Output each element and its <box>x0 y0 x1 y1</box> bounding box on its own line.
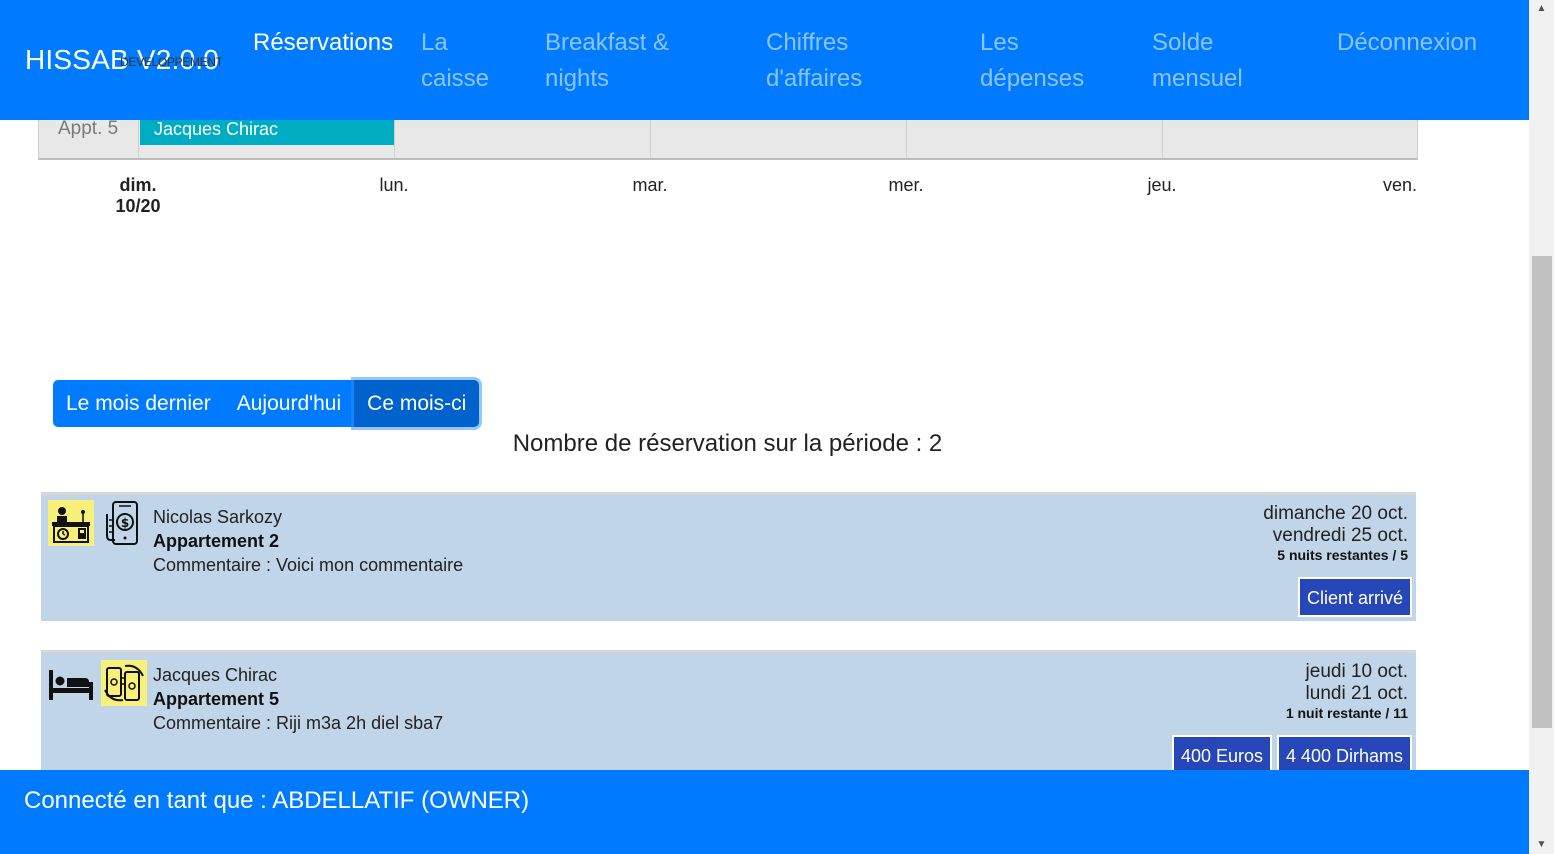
logged-in-user: Connecté en tant que : ABDELLATIF (OWNER… <box>24 787 530 814</box>
nav-label: Breakfast & <box>545 29 670 56</box>
timeline-day: ven. <box>1370 175 1430 196</box>
nav-cash-register[interactable]: La caisse <box>421 25 489 97</box>
nav-label: La <box>421 29 448 56</box>
timeline-divider <box>394 115 395 158</box>
svg-text:$: $ <box>121 516 129 530</box>
nav-label: dépenses <box>980 65 1085 92</box>
nights-remaining: 5 nuits restantes / 5 <box>1277 547 1408 563</box>
day-name: mer. <box>888 175 924 195</box>
nav-logout[interactable]: Déconnexion <box>1337 25 1477 61</box>
last-month-button[interactable]: Le mois dernier <box>53 380 224 427</box>
nav-monthly-balance[interactable]: Solde mensuel <box>1152 25 1243 97</box>
timeline-day: mar. <box>620 175 680 196</box>
reservation-comment: Commentaire : Voici mon commentaire <box>153 555 464 575</box>
client-name: Jacques Chirac <box>153 665 278 685</box>
nav-breakfast-nights[interactable]: Breakfast & nights <box>545 25 669 97</box>
day-date: 10/20 <box>115 196 161 216</box>
client-name: Nicolas Sarkozy <box>153 507 283 527</box>
scrollbar-thumb[interactable] <box>1532 256 1552 728</box>
amount-euros-button[interactable]: 400 Euros <box>1171 735 1272 775</box>
amount-dirhams-button[interactable]: 4 400 Dirhams <box>1276 735 1412 775</box>
timeline-divider <box>138 115 139 158</box>
reservation-card[interactable]: $ Nicolas Sarkozy Appartement 2 Commenta… <box>41 492 1416 621</box>
client-arrived-button[interactable]: Client arrivé <box>1297 577 1412 617</box>
day-name: dim. <box>119 175 157 195</box>
mobile-payment-icon: $ <box>101 500 147 546</box>
reservation-card[interactable]: Jacques Chirac Appartement 5 Commentaire… <box>41 650 1416 780</box>
nav-expenses[interactable]: Les dépenses <box>980 25 1084 97</box>
cash-payment-icon <box>101 660 147 706</box>
reservation-start-date: jeudi 10 oct. <box>1305 661 1408 682</box>
period-button-group: Le mois dernier Aujourd'hui Ce mois-ci <box>53 380 480 427</box>
timeline-divider <box>906 115 907 158</box>
bed-icon <box>48 660 94 706</box>
timeline-divider <box>650 115 651 158</box>
timeline-day: jeu. <box>1132 175 1192 196</box>
this-month-button[interactable]: Ce mois-ci <box>354 380 480 427</box>
day-name: lun. <box>379 175 409 195</box>
nav-label: d'affaires <box>766 65 863 92</box>
nav-label: Réservations <box>253 29 394 56</box>
footer-bar: Connecté en tant que : ABDELLATIF (OWNER… <box>0 770 1529 854</box>
timeline-day: lun. <box>364 175 424 196</box>
reservation-comment: Commentaire : Riji m3a 2h diel sba7 <box>153 713 444 733</box>
apartment-name: Appartement 2 <box>153 531 280 551</box>
reservation-start-date: dimanche 20 oct. <box>1263 503 1408 524</box>
timeline-day: mer. <box>876 175 936 196</box>
nav-label: Les <box>980 29 1019 56</box>
reservation-count: Nombre de réservation sur la période : 2 <box>512 430 943 457</box>
apartment-name: Appartement 5 <box>153 689 280 709</box>
today-button[interactable]: Aujourd'hui <box>223 380 355 427</box>
reception-desk-icon <box>48 500 94 546</box>
nav-label: Déconnexion <box>1337 29 1478 56</box>
day-name: jeu. <box>1147 175 1177 195</box>
scroll-down-arrow-icon[interactable]: ▼ <box>1529 836 1554 854</box>
reservation-end-date: vendredi 25 oct. <box>1272 525 1408 546</box>
app-environment-label: DEVELOPPEMENT <box>120 55 223 69</box>
day-name: mar. <box>632 175 668 195</box>
reservation-end-date: lundi 21 oct. <box>1305 683 1408 704</box>
nav-label: Solde <box>1152 29 1214 56</box>
nights-remaining: 1 nuit restante / 11 <box>1285 705 1408 721</box>
nav-label: Chiffres <box>766 29 849 56</box>
timeline-day: dim. 10/20 <box>108 175 168 217</box>
scroll-up-arrow-icon[interactable]: ▲ <box>1529 0 1554 18</box>
nav-reservations[interactable]: Réservations <box>253 25 393 61</box>
day-name: ven. <box>1382 175 1418 195</box>
nav-label: mensuel <box>1152 65 1243 92</box>
timeline-row-label: Appt. 5 <box>58 118 119 139</box>
nav-revenue[interactable]: Chiffres d'affaires <box>766 25 862 97</box>
vertical-scrollbar[interactable]: ▲ ▼ <box>1529 0 1554 854</box>
top-navbar: HISSAB V2.0.0 DEVELOPPEMENT Réservations… <box>0 0 1529 120</box>
nav-label: caisse <box>421 65 490 92</box>
timeline-row: Appt. 5 Jacques Chirac <box>38 115 1418 160</box>
nav-label: nights <box>545 65 610 92</box>
timeline-divider <box>1162 115 1163 158</box>
